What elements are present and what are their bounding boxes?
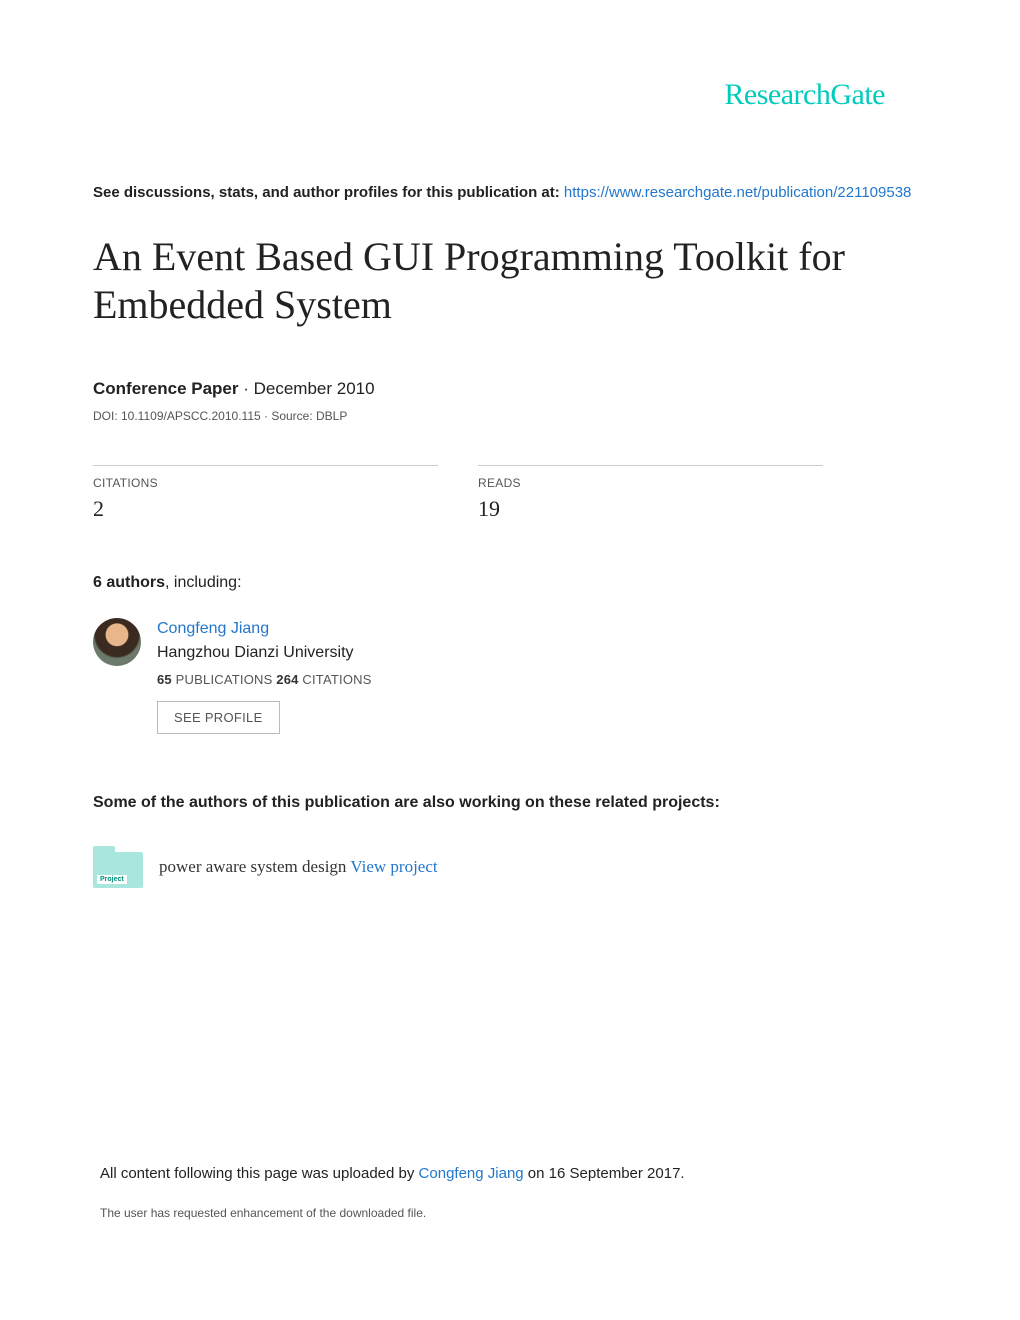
publication-link[interactable]: https://www.researchgate.net/publication… bbox=[564, 184, 911, 201]
author-card: Congfeng Jiang Hangzhou Dianzi Universit… bbox=[93, 618, 927, 734]
authors-summary: 6 authors, including: bbox=[93, 574, 927, 592]
author-pubs-label: PUBLICATIONS bbox=[172, 672, 276, 687]
project-icon-label: Project bbox=[97, 875, 127, 884]
publication-meta: Conference Paper · December 2010 bbox=[93, 379, 927, 399]
project-line: power aware system design View project bbox=[159, 857, 438, 877]
footer-prefix: All content following this page was uplo… bbox=[100, 1165, 419, 1182]
publication-type: Conference Paper bbox=[93, 379, 239, 398]
reads-stat: READS 19 bbox=[478, 465, 823, 522]
enhancement-note: The user has requested enhancement of th… bbox=[100, 1206, 920, 1220]
publication-date: December 2010 bbox=[254, 379, 375, 398]
intro-line: See discussions, stats, and author profi… bbox=[93, 184, 927, 201]
project-folder-icon: Project bbox=[93, 846, 143, 888]
authors-suffix: , including: bbox=[165, 574, 242, 591]
author-cits-count: 264 bbox=[276, 672, 298, 687]
author-cits-label: CITATIONS bbox=[299, 672, 372, 687]
intro-text: See discussions, stats, and author profi… bbox=[93, 184, 564, 201]
see-profile-button[interactable]: SEE PROFILE bbox=[157, 701, 280, 734]
related-projects-heading: Some of the authors of this publication … bbox=[93, 794, 927, 812]
project-name: power aware system design bbox=[159, 857, 350, 876]
author-stats: 65 PUBLICATIONS 264 CITATIONS bbox=[157, 672, 372, 687]
meta-separator: · bbox=[243, 379, 253, 398]
author-name-link[interactable]: Congfeng Jiang bbox=[157, 620, 372, 638]
reads-value: 19 bbox=[478, 496, 823, 522]
citations-value: 2 bbox=[93, 496, 438, 522]
citations-label: CITATIONS bbox=[93, 476, 438, 490]
uploader-link[interactable]: Congfeng Jiang bbox=[419, 1165, 524, 1182]
page-footer: All content following this page was uplo… bbox=[0, 1165, 1020, 1220]
authors-count: 6 authors bbox=[93, 574, 165, 591]
citations-stat: CITATIONS 2 bbox=[93, 465, 438, 522]
author-pubs-count: 65 bbox=[157, 672, 172, 687]
author-affiliation: Hangzhou Dianzi University bbox=[157, 644, 372, 662]
footer-suffix: on 16 September 2017. bbox=[524, 1165, 685, 1182]
reads-label: READS bbox=[478, 476, 823, 490]
doi-source: DOI: 10.1109/APSCC.2010.115 · Source: DB… bbox=[93, 409, 927, 423]
view-project-link[interactable]: View project bbox=[350, 857, 437, 876]
paper-title: An Event Based GUI Programming Toolkit f… bbox=[93, 233, 927, 329]
upload-attribution: All content following this page was uplo… bbox=[100, 1165, 920, 1182]
stats-row: CITATIONS 2 READS 19 bbox=[93, 465, 927, 522]
project-row: Project power aware system design View p… bbox=[93, 846, 927, 888]
brand-logo: ResearchGate bbox=[93, 78, 885, 112]
author-avatar[interactable] bbox=[93, 618, 141, 666]
